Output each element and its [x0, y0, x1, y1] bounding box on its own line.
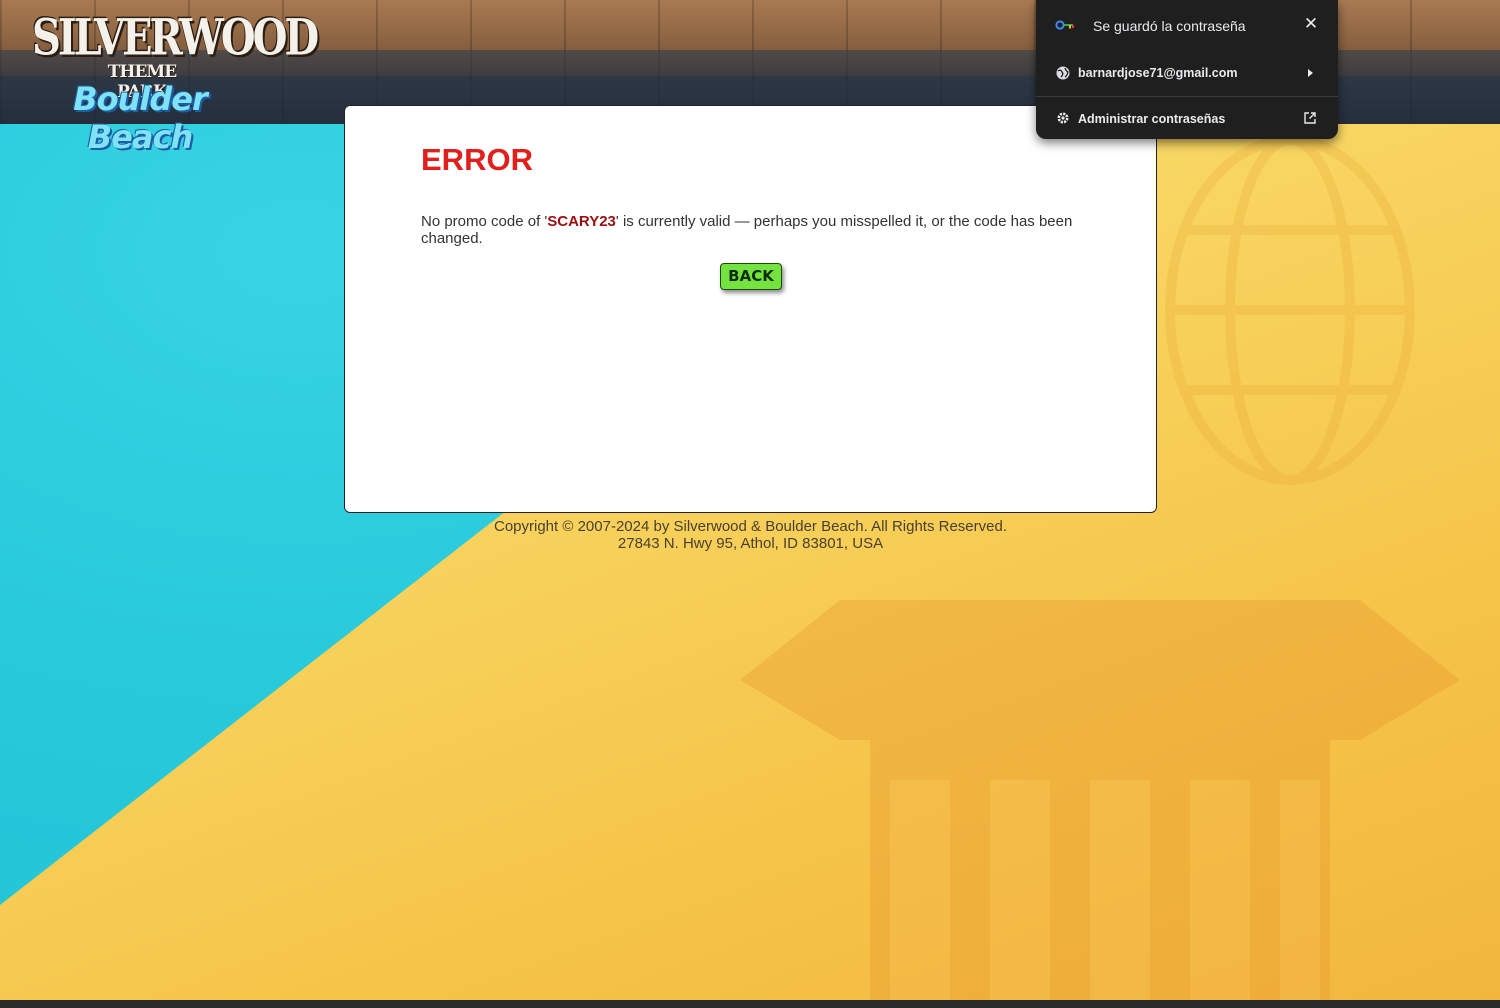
logo-boulder-beach-text: Boulder Beach — [73, 80, 208, 156]
footer-address: 27843 N. Hwy 95, Athol, ID 83801, USA — [617, 535, 884, 552]
footer: Copyright © 2007-2024 by Silverwood & Bo… — [344, 518, 1157, 552]
key-icon — [1055, 20, 1074, 30]
close-icon[interactable]: ✕ — [1301, 14, 1321, 34]
promo-code-value: SCARY23 — [547, 213, 616, 230]
error-card: ERROR No promo code of 'SCARY23' is curr… — [344, 105, 1157, 513]
globe-icon — [1056, 66, 1070, 80]
manage-passwords-label: Administrar contraseñas — [1078, 112, 1226, 126]
background-ride-tower-image — [1165, 135, 1415, 485]
saved-account-row[interactable]: barnardjose71@gmail.com — [1036, 54, 1338, 94]
password-saved-title: Se guardó la contraseña — [1093, 18, 1246, 34]
background-ride-gondola-image — [740, 600, 1460, 1000]
chevron-right-icon — [1308, 69, 1313, 77]
manage-passwords-row[interactable]: Administrar contraseñas — [1036, 98, 1338, 138]
logo-silverwood-text: SILVERWOOD — [32, 8, 319, 67]
saved-account-email: barnardjose71@gmail.com — [1078, 66, 1238, 80]
external-link-icon — [1304, 112, 1316, 124]
back-button[interactable]: BACK — [720, 263, 782, 290]
popup-divider — [1036, 96, 1338, 97]
gear-icon — [1057, 112, 1069, 124]
password-saved-popup: Se guardó la contraseña ✕ barnardjose71@… — [1036, 0, 1338, 139]
error-message-prefix: No promo code of ' — [421, 213, 548, 230]
error-message: No promo code of 'SCARY23' is currently … — [421, 213, 1101, 247]
silverwood-logo[interactable]: SILVERWOOD THEME PARK Boulder Beach — [22, 8, 319, 156]
footer-copyright: Copyright © 2007-2024 by Silverwood & Bo… — [494, 518, 1007, 535]
bottom-edge — [0, 1000, 1500, 1008]
error-title: ERROR — [421, 142, 533, 177]
password-popup-header: Se guardó la contraseña ✕ — [1036, 0, 1338, 52]
